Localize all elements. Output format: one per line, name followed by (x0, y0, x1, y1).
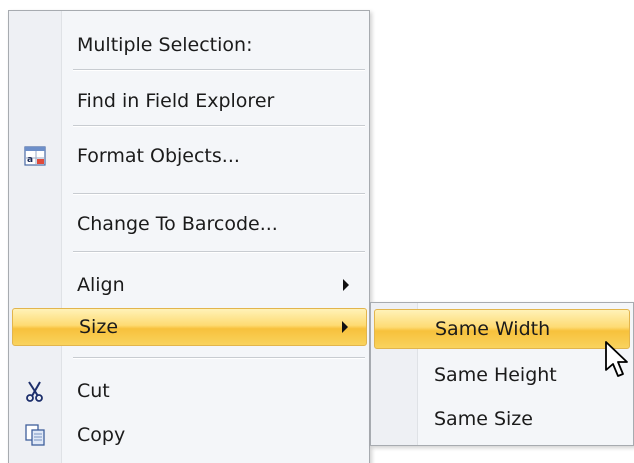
menu-item-label: Copy (77, 424, 126, 446)
submenu-arrow-icon (343, 279, 349, 291)
submenu-item-label: Same Size (434, 408, 533, 430)
menu-item-label: Cut (77, 380, 110, 402)
menu-separator (73, 251, 365, 253)
menu-separator (73, 69, 365, 71)
menu-item-label: Find in Field Explorer (77, 90, 275, 112)
menu-item-label: Change To Barcode... (77, 213, 278, 235)
menu-item-label: Align (77, 274, 125, 296)
submenu-item-same-size[interactable]: Same Size (374, 399, 630, 439)
menu-separator (73, 125, 365, 127)
format-objects-icon: a (23, 144, 47, 168)
menu-item-label: Size (79, 316, 119, 338)
menu-item-cut[interactable]: Cut (11, 371, 367, 411)
menu-separator (73, 193, 365, 195)
submenu-item-same-width[interactable]: Same Width (374, 309, 630, 349)
menu-item-find-in-field-explorer[interactable]: Find in Field Explorer (11, 81, 367, 121)
submenu-item-label: Same Width (435, 318, 551, 340)
svg-text:a: a (27, 155, 33, 165)
menu-item-size[interactable]: Size (12, 308, 367, 346)
menu-item-copy[interactable]: Copy (11, 415, 367, 455)
size-submenu: Same Width Same Height Same Size (370, 302, 634, 446)
copy-icon (23, 423, 47, 447)
menu-item-change-to-barcode[interactable]: Change To Barcode... (11, 204, 367, 244)
menu-header-label: Multiple Selection: (77, 34, 253, 56)
menu-item-align[interactable]: Align (11, 265, 367, 305)
context-menu: Multiple Selection: Find in Field Explor… (8, 10, 370, 463)
mouse-pointer-icon (604, 340, 630, 380)
screenshot-stage: Multiple Selection: Find in Field Explor… (0, 0, 634, 463)
menu-header-multiple-selection: Multiple Selection: (11, 25, 367, 65)
menu-item-format-objects[interactable]: a Format Objects... (11, 136, 367, 176)
submenu-item-label: Same Height (434, 364, 557, 386)
menu-separator (73, 357, 365, 359)
scissors-icon (23, 379, 47, 403)
submenu-item-same-height[interactable]: Same Height (374, 355, 630, 395)
submenu-arrow-icon (342, 321, 348, 333)
menu-item-label: Format Objects... (77, 145, 240, 167)
